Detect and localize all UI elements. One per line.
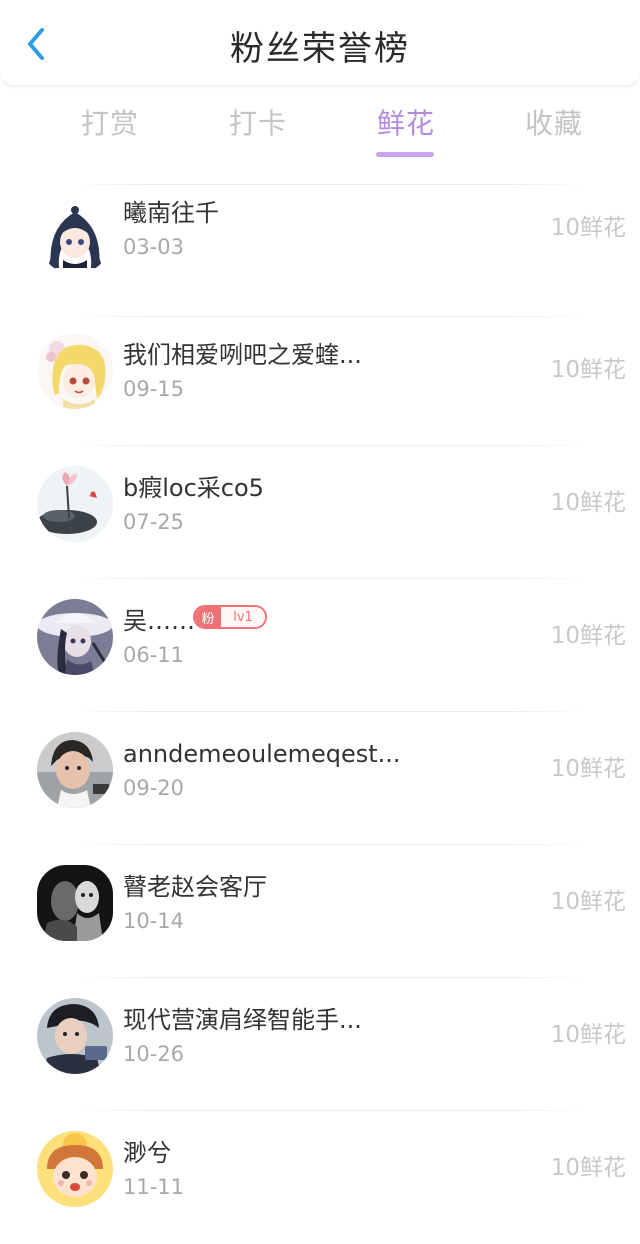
fan-list: 曦南往千 03-03 10鲜花 我们相爱咧吧之爱蝰... 09-15 10鲜花 — [0, 180, 640, 1244]
tab-reward[interactable]: 打赏 — [36, 106, 184, 142]
flower-count: 10鲜花 — [550, 215, 626, 241]
date: 03-03 — [123, 235, 185, 259]
flower-count: 10鲜花 — [550, 889, 626, 915]
flower-count: 10鲜花 — [550, 357, 626, 383]
list-item[interactable]: anndemeoulemeqest... 09-20 10鲜花 — [0, 712, 640, 845]
list-item[interactable]: b瘕loc采co5 07-25 10鲜花 — [0, 446, 640, 579]
user-name: anndemeoulemeqest... — [123, 740, 401, 768]
date: 10-14 — [123, 909, 185, 933]
user-name: 吴…… — [123, 607, 195, 635]
top-bar: 粉丝荣誉榜 — [0, 0, 640, 86]
list-item[interactable]: 吴…… 粉 lv1 06-11 10鲜花 — [0, 579, 640, 712]
date: 09-15 — [123, 377, 185, 401]
tab-checkin[interactable]: 打卡 — [184, 106, 332, 142]
avatar[interactable] — [37, 466, 113, 542]
list-item[interactable]: 我们相爱咧吧之爱蝰... 09-15 10鲜花 — [0, 313, 640, 446]
list-item[interactable]: 瞽老赵会客厅 10-14 10鲜花 — [0, 845, 640, 978]
flower-count: 10鲜花 — [550, 756, 626, 782]
avatar[interactable] — [37, 1131, 113, 1207]
avatar[interactable] — [37, 732, 113, 808]
tab-bar: 打赏 打卡 鲜花 收藏 — [0, 92, 640, 172]
fan-badge-label: 粉 — [195, 607, 221, 627]
flower-count: 10鲜花 — [550, 623, 626, 649]
user-name: 渺兮 — [123, 1139, 171, 1167]
divider — [70, 184, 590, 185]
avatar[interactable] — [37, 599, 113, 675]
user-name: 我们相爱咧吧之爱蝰... — [123, 341, 362, 369]
list-item[interactable]: 现代营演肩绎智能手... 10-26 10鲜花 — [0, 978, 640, 1111]
date: 07-25 — [123, 510, 185, 534]
list-item[interactable]: 渺兮 11-11 10鲜花 — [0, 1111, 640, 1244]
fan-level-badge: 粉 lv1 — [193, 605, 267, 629]
flower-count: 10鲜花 — [550, 1022, 626, 1048]
active-tab-indicator — [376, 152, 434, 157]
avatar[interactable] — [37, 198, 113, 274]
tab-flowers[interactable]: 鲜花 — [332, 106, 480, 142]
list-item[interactable]: 曦南往千 03-03 10鲜花 — [0, 184, 640, 317]
fan-badge-level: lv1 — [221, 607, 265, 627]
avatar[interactable] — [37, 998, 113, 1074]
avatar[interactable] — [37, 865, 113, 941]
user-name: 现代营演肩绎智能手... — [123, 1006, 362, 1034]
page-title: 粉丝荣誉榜 — [230, 29, 410, 69]
avatar[interactable] — [37, 333, 113, 409]
date: 11-11 — [123, 1175, 185, 1199]
date: 06-11 — [123, 643, 185, 667]
flower-count: 10鲜花 — [550, 490, 626, 516]
date: 10-26 — [123, 1042, 185, 1066]
user-name: 曦南往千 — [123, 199, 219, 227]
tab-favorites[interactable]: 收藏 — [480, 106, 628, 142]
user-name: 瞽老赵会客厅 — [123, 873, 267, 901]
date: 09-20 — [123, 776, 185, 800]
user-name: b瘕loc采co5 — [123, 474, 264, 502]
flower-count: 10鲜花 — [550, 1155, 626, 1181]
